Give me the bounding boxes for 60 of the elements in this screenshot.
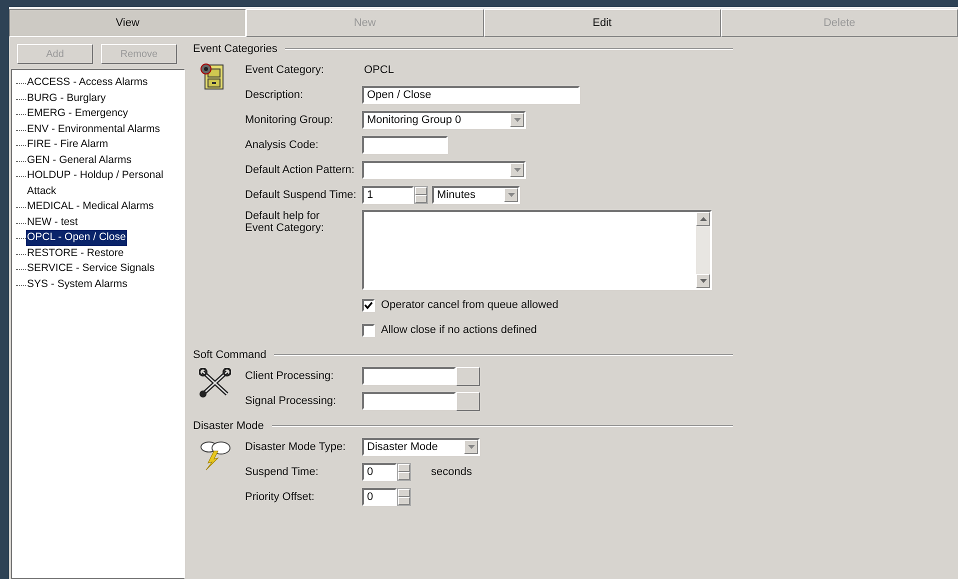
field-label: Monitoring Group: (245, 114, 334, 126)
category-code: OPCL (363, 64, 394, 76)
category-item[interactable]: BURG - Burglary (26, 90, 107, 106)
field-label: Suspend Time: (245, 466, 320, 478)
field-label: Default Action Pattern: (245, 164, 356, 176)
category-item[interactable]: GEN - General Alarms (26, 152, 132, 168)
down-arrow-icon (700, 279, 706, 283)
section-title: Disaster Mode (193, 420, 264, 432)
spin-buttons[interactable] (414, 186, 428, 204)
input-field[interactable] (362, 136, 448, 154)
section-title: Soft Command (193, 349, 266, 361)
spin-field[interactable]: 0 (362, 488, 397, 506)
toolbar-button[interactable]: View (9, 9, 246, 37)
input-field[interactable] (362, 367, 456, 385)
category-item[interactable]: EMERG - Emergency (26, 106, 129, 122)
field-label: Priority Offset: (245, 491, 316, 503)
category-item[interactable]: NEW - test (26, 214, 79, 230)
field-label: Description: (245, 89, 304, 101)
field-label: Client Processing: (245, 370, 335, 382)
up-arrow-icon (700, 217, 706, 221)
unit-label: seconds (431, 466, 472, 478)
category-item[interactable]: SYS - System Alarms (26, 276, 128, 292)
checkbox[interactable] (362, 298, 375, 312)
checkbox-label: Operator cancel from queue allowed (381, 299, 558, 311)
input-field[interactable] (362, 392, 456, 410)
checkbox-label: Allow close if no actions defined (381, 324, 537, 336)
field-label: Disaster Mode Type: (245, 441, 347, 453)
dropdown[interactable]: Disaster Mode (362, 438, 480, 456)
dropdown[interactable] (362, 161, 526, 179)
scroll-up-button[interactable] (696, 212, 710, 226)
field-label: Event Category: (245, 64, 325, 76)
dropdown[interactable]: Monitoring Group 0 (362, 111, 526, 129)
category-item[interactable]: ENV - Environmental Alarms (26, 122, 162, 137)
section-title: Event Categories (193, 43, 278, 55)
spin-field[interactable]: 1 (362, 186, 414, 204)
file-cabinet-icon (199, 62, 225, 90)
field-label: Analysis Code: (245, 139, 320, 151)
spin-buttons[interactable] (397, 463, 411, 481)
browse-button[interactable] (456, 366, 480, 386)
tools-icon (199, 368, 231, 398)
field-label: Default help for Event Category: (245, 210, 325, 234)
category-item[interactable]: HOLDUP - Holdup / Personal Attack (26, 168, 184, 199)
field-label: Default Suspend Time: (245, 189, 358, 201)
storm-cloud-icon (199, 439, 231, 471)
input-field[interactable]: Open / Close (362, 86, 580, 104)
category-item[interactable]: FIRE - Fire Alarm (26, 137, 110, 152)
toolbar-button[interactable]: Edit (484, 9, 721, 37)
browse-button[interactable] (456, 392, 480, 410)
category-item[interactable]: MEDICAL - Medical Alarms (26, 199, 155, 214)
spin-field[interactable]: 0 (362, 463, 397, 481)
category-item[interactable]: RESTORE - Restore (26, 246, 125, 261)
category-item[interactable]: ACCESS - Access Alarms (26, 75, 149, 90)
text-area[interactable] (362, 210, 712, 290)
category-item[interactable]: OPCL - Open / Close (26, 230, 127, 246)
category-item[interactable]: SERVICE - Service Signals (26, 261, 156, 276)
spin-buttons[interactable] (397, 488, 411, 506)
checkbox[interactable] (362, 324, 375, 336)
dropdown[interactable]: Minutes (432, 186, 520, 204)
field-label: Signal Processing: (245, 395, 338, 407)
scroll-down-button[interactable] (696, 274, 710, 288)
